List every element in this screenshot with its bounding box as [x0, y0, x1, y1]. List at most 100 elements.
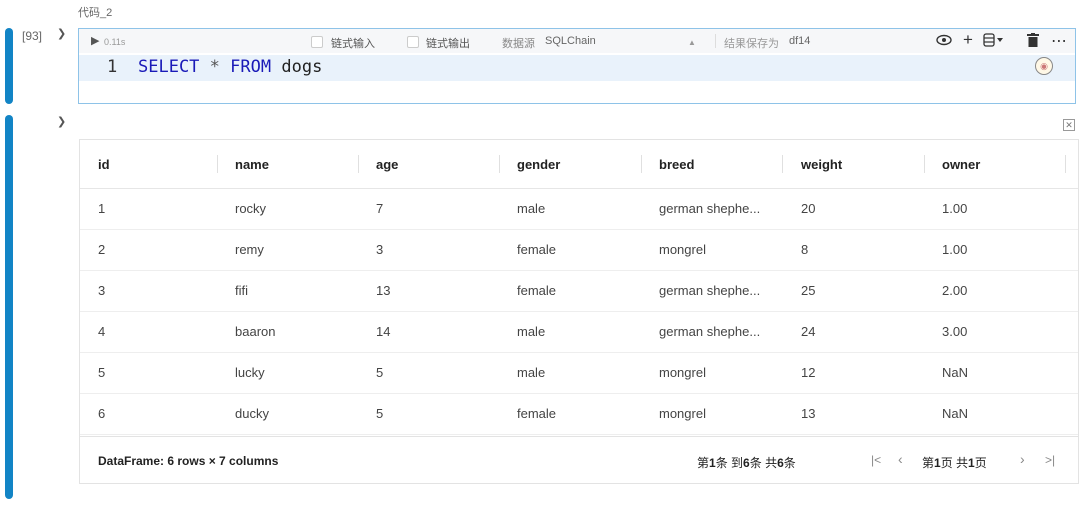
save-as-label: 结果保存为	[724, 38, 779, 50]
cell-title: 代码_2	[78, 7, 113, 19]
column-header-breed[interactable]: breed	[659, 157, 694, 172]
sql-code[interactable]: SELECT * FROM dogs	[138, 57, 322, 77]
column-header-id[interactable]: id	[98, 157, 110, 172]
table-cell-age: 7	[376, 201, 384, 216]
run-icon[interactable]: ▶	[91, 34, 99, 47]
table-cell-gender: male	[517, 365, 546, 380]
sql-star: *	[209, 57, 220, 77]
table-cell-gender: female	[517, 242, 557, 257]
table-cell-age: 5	[376, 406, 384, 421]
chain-input-label: 链式输入	[331, 38, 375, 50]
table-cell-breed: mongrel	[659, 406, 706, 421]
page-indicator: 第1页 共1页	[922, 456, 987, 470]
table-cell-name: lucky	[235, 365, 265, 380]
next-page-icon[interactable]: ›	[1020, 451, 1025, 467]
table-cell-breed: german shephe...	[659, 201, 761, 216]
table-cell-owner: 3.00	[942, 324, 968, 339]
column-header-age[interactable]: age	[376, 157, 398, 172]
chevron-up-icon[interactable]: ▲	[688, 38, 696, 47]
elapsed-time: 0.11s	[104, 37, 126, 47]
table-cell-age: 3	[376, 242, 384, 257]
table-row[interactable]: 5 lucky 5 male mongrel 12 NaN	[80, 352, 1078, 394]
table-cell-weight: 8	[801, 242, 809, 257]
line-number: 1	[107, 57, 118, 77]
table-cell-age: 13	[376, 283, 391, 298]
sql-table-name: dogs	[281, 57, 323, 77]
collapse-code-icon[interactable]: ❯	[57, 27, 66, 40]
table-cell-id: 3	[98, 283, 106, 298]
table-cell-breed: german shephe...	[659, 283, 761, 298]
table-cell-id: 1	[98, 201, 106, 216]
table-row[interactable]: 1 rocky 7 male german shephe... 20 1.00	[80, 188, 1078, 230]
datasource-label: 数据源	[502, 38, 535, 50]
table-cell-age: 5	[376, 365, 384, 380]
ai-assistant-icon[interactable]: ◉	[1035, 57, 1053, 75]
chain-input-checkbox[interactable]	[311, 36, 323, 48]
code-cell[interactable]: ▶ 0.11s 链式输入 链式输出 数据源 SQLChain ▲ 结果保存为 d…	[78, 28, 1076, 104]
table-footer: DataFrame: 6 rows × 7 columns 第1条 到6条 共6…	[80, 436, 1078, 484]
table-cell-name: rocky	[235, 201, 267, 216]
table-cell-owner: 1.00	[942, 242, 968, 257]
column-resize-handle[interactable]	[217, 155, 218, 173]
table-cell-id: 2	[98, 242, 106, 257]
table-cell-weight: 12	[801, 365, 816, 380]
table-cell-gender: female	[517, 406, 557, 421]
column-resize-handle[interactable]	[641, 155, 642, 173]
column-resize-handle[interactable]	[499, 155, 500, 173]
table-cell-name: ducky	[235, 406, 269, 421]
table-cell-gender: male	[517, 324, 546, 339]
sql-keyword-from: FROM	[230, 57, 272, 77]
column-header-weight[interactable]: weight	[801, 157, 842, 172]
table-cell-gender: female	[517, 283, 557, 298]
plus-icon[interactable]: +	[963, 30, 973, 50]
dataframe-table: id name age gender breed weight owner 1 rocky 7 m…	[79, 139, 1079, 484]
database-icon[interactable]	[983, 33, 1005, 50]
column-header-owner[interactable]: owner	[942, 157, 980, 172]
table-cell-owner: NaN	[942, 406, 969, 421]
table-cell-owner: 1.00	[942, 201, 968, 216]
first-page-icon[interactable]: |<	[871, 453, 881, 467]
table-cell-id: 6	[98, 406, 106, 421]
table-row[interactable]: 4 baaron 14 male german shephe... 24 3.00	[80, 311, 1078, 353]
table-cell-age: 14	[376, 324, 391, 339]
collapse-output-icon[interactable]: ❯	[57, 115, 66, 128]
execution-count: [93]	[22, 29, 43, 43]
table-cell-name: remy	[235, 242, 264, 257]
trash-icon[interactable]	[1027, 33, 1039, 50]
table-cell-weight: 25	[801, 283, 816, 298]
table-header: id name age gender breed weight owner	[80, 140, 1078, 189]
datasource-select[interactable]: SQLChain	[545, 35, 596, 47]
row-range: 第1条 到6条 共6条	[697, 456, 796, 470]
column-resize-handle[interactable]	[358, 155, 359, 173]
eye-icon[interactable]	[936, 33, 952, 50]
close-icon[interactable]: ✕	[1063, 119, 1075, 131]
more-icon[interactable]: ⋯	[1051, 31, 1068, 51]
column-header-gender[interactable]: gender	[517, 157, 560, 172]
column-resize-handle[interactable]	[924, 155, 925, 173]
sql-keyword-select: SELECT	[138, 57, 200, 77]
table-cell-weight: 13	[801, 406, 816, 421]
column-header-name[interactable]: name	[235, 157, 269, 172]
dataframe-summary: DataFrame: 6 rows × 7 columns	[98, 454, 279, 468]
code-editor[interactable]: 1 SELECT * FROM dogs	[79, 55, 1075, 81]
table-row[interactable]: 2 remy 3 female mongrel 8 1.00	[80, 229, 1078, 271]
table-row[interactable]: 6 ducky 5 female mongrel 13 NaN	[80, 393, 1078, 435]
save-as-input[interactable]: df14	[789, 35, 810, 47]
chain-output-checkbox[interactable]	[407, 36, 419, 48]
last-page-icon[interactable]: >|	[1045, 453, 1055, 467]
output-selection-bar[interactable]	[5, 115, 13, 499]
cell-selection-bar[interactable]	[5, 28, 13, 104]
column-resize-handle[interactable]	[1065, 155, 1066, 173]
table-cell-weight: 24	[801, 324, 816, 339]
table-row[interactable]: 3 fifi 13 female german shephe... 25 2.00	[80, 270, 1078, 312]
table-cell-owner: NaN	[942, 365, 969, 380]
table-cell-id: 5	[98, 365, 106, 380]
table-cell-owner: 2.00	[942, 283, 968, 298]
table-cell-gender: male	[517, 201, 546, 216]
table-cell-name: fifi	[235, 283, 248, 298]
chain-output-label: 链式输出	[426, 38, 470, 50]
prev-page-icon[interactable]: ‹	[898, 451, 903, 467]
table-cell-breed: mongrel	[659, 242, 706, 257]
column-resize-handle[interactable]	[782, 155, 783, 173]
table-cell-name: baaron	[235, 324, 276, 339]
